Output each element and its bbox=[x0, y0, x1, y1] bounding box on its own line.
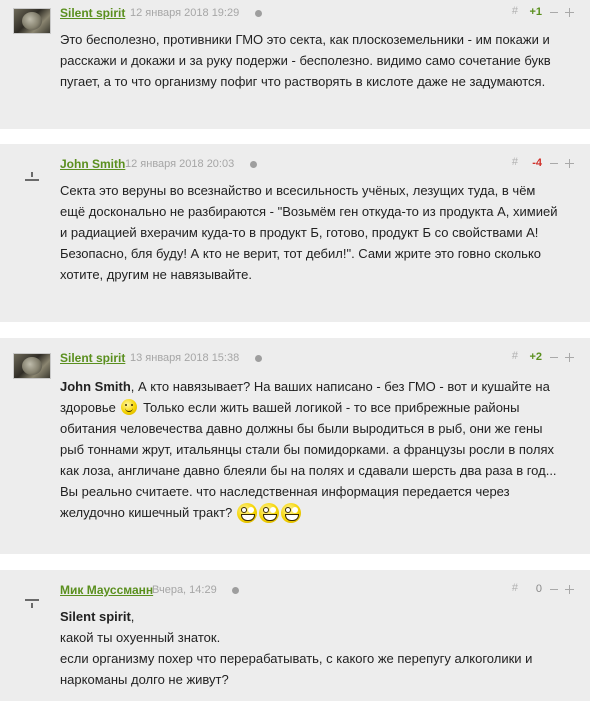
comment-line: Silent spirit, bbox=[60, 606, 564, 627]
lemur-avatar-icon[interactable] bbox=[13, 353, 51, 379]
permalink[interactable]: # bbox=[512, 156, 518, 168]
comment-line: если организму похер что перерабатывать,… bbox=[60, 651, 533, 687]
avatar-placeholder-icon bbox=[25, 599, 39, 608]
comment-line: какой ты охуенный знаток. bbox=[60, 630, 221, 645]
default-avatar-icon[interactable] bbox=[13, 585, 51, 623]
vote-down-icon[interactable] bbox=[550, 357, 558, 358]
mention-suffix: , bbox=[130, 609, 135, 624]
comment-text: Это бесполезно, противники ГМО это секта… bbox=[60, 32, 551, 89]
grin-emoticon-icon bbox=[258, 503, 279, 523]
comment-divider bbox=[0, 322, 590, 338]
smile-emoticon-icon bbox=[121, 399, 138, 415]
grin-emoticon-icon bbox=[236, 503, 257, 523]
comment-author[interactable]: Silent spirit bbox=[60, 351, 125, 365]
comment: Silent spirit 13 января 2018 15:38 # +2 … bbox=[0, 338, 590, 554]
comment-author[interactable]: Silent spirit bbox=[60, 6, 125, 20]
vote-down-icon[interactable] bbox=[550, 163, 558, 164]
comment-score: -4 bbox=[532, 157, 542, 169]
vote-down-icon[interactable] bbox=[550, 589, 558, 590]
unread-indicator-icon bbox=[255, 355, 262, 362]
vote-up-icon[interactable] bbox=[565, 159, 574, 168]
comment-text-part: Только если жить вашей логикой - то все … bbox=[60, 400, 557, 520]
comment: John Smith 12 января 2018 20:03 # -4 Сек… bbox=[0, 144, 590, 322]
unread-indicator-icon bbox=[232, 587, 239, 594]
comment-date: Вчера, 14:29 bbox=[152, 584, 217, 596]
comment-date: 13 января 2018 15:38 bbox=[130, 352, 240, 364]
comment-date: 12 января 2018 20:03 bbox=[125, 158, 235, 170]
comments-list: Silent spirit 12 января 2018 19:29 # +1 … bbox=[0, 0, 590, 701]
vote-up-icon[interactable] bbox=[565, 585, 574, 594]
comment-date: 12 января 2018 19:29 bbox=[130, 7, 240, 19]
grin-emoticon-icon bbox=[280, 503, 301, 523]
unread-indicator-icon bbox=[250, 161, 257, 168]
vote-up-icon[interactable] bbox=[565, 353, 574, 362]
comment-score: 0 bbox=[535, 583, 542, 595]
mention[interactable]: Silent spirit bbox=[60, 609, 131, 624]
comment-text: John Smith, А кто навязывает? На ваших н… bbox=[60, 376, 564, 523]
comment: Silent spirit 12 января 2018 19:29 # +1 … bbox=[0, 0, 590, 129]
permalink[interactable]: # bbox=[512, 350, 518, 362]
comment-author[interactable]: Мик Мауссманн bbox=[60, 583, 153, 597]
comment-divider bbox=[0, 554, 590, 570]
mention[interactable]: John Smith bbox=[60, 379, 131, 394]
comment-text: Секта это веруны во всезнайство и всесил… bbox=[60, 183, 558, 282]
lemur-avatar-icon[interactable] bbox=[13, 8, 51, 34]
permalink[interactable]: # bbox=[512, 582, 518, 594]
comment-text: Silent spirit, какой ты охуенный знаток.… bbox=[60, 606, 564, 690]
comment-author[interactable]: John Smith bbox=[60, 157, 125, 171]
unread-indicator-icon bbox=[255, 10, 262, 17]
default-avatar-icon[interactable] bbox=[13, 159, 51, 197]
comment: Мик Мауссманн Вчера, 14:29 # 0 Silent sp… bbox=[0, 570, 590, 701]
comment-divider bbox=[0, 129, 590, 144]
avatar-placeholder-icon bbox=[25, 172, 39, 181]
comment-score: +2 bbox=[529, 351, 542, 363]
vote-down-icon[interactable] bbox=[550, 12, 558, 13]
permalink[interactable]: # bbox=[512, 5, 518, 17]
comment-score: +1 bbox=[529, 6, 542, 18]
vote-up-icon[interactable] bbox=[565, 8, 574, 17]
